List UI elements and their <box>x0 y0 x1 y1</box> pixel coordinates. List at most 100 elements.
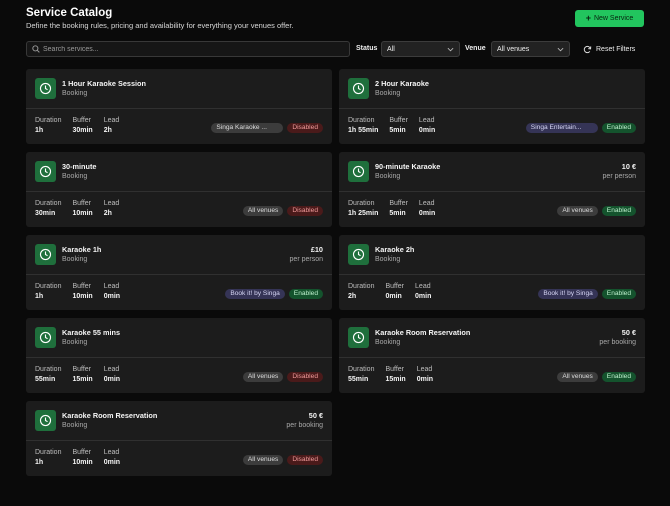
service-price: 50 € <box>621 328 636 337</box>
venue-select[interactable]: All venues <box>491 41 570 57</box>
buffer-value: 30min <box>72 127 93 134</box>
buffer-value: 15min <box>72 376 93 383</box>
service-stats: Duration 2h Buffer 0min Lead 0min <box>348 283 431 300</box>
duration-stat: Duration 1h <box>35 283 61 300</box>
buffer-label: Buffer <box>72 449 92 456</box>
buffer-stat: Buffer 10min <box>72 283 92 300</box>
service-card-header: Karaoke Room Reservation Booking 50 € per b… <box>26 401 332 441</box>
service-badges: All venues Disabled <box>242 372 323 382</box>
service-card[interactable]: 1 Hour Karaoke Session Booking Duration 1h B… <box>26 69 332 144</box>
buffer-value: 15min <box>385 376 406 383</box>
clock-icon <box>35 161 56 182</box>
duration-stat: Duration 2h <box>348 283 374 300</box>
service-card[interactable]: Karaoke Room Reservation Booking 50 € per b… <box>339 318 645 393</box>
buffer-stat: Buffer 5min <box>389 200 408 217</box>
service-price-unit: per booking <box>286 422 323 429</box>
lead-value: 0min <box>103 293 121 300</box>
buffer-stat: Buffer 5min <box>389 117 408 134</box>
clock-icon <box>348 161 369 182</box>
service-card[interactable]: Karaoke 2h Booking Duration 2h Buffer 0min Lea… <box>339 235 645 310</box>
new-service-label: New Service <box>593 15 634 22</box>
duration-value: 30min <box>35 210 56 217</box>
lead-label: Lead <box>103 200 120 207</box>
status-select[interactable]: All <box>381 41 460 57</box>
venue-badge: All venues <box>557 372 598 382</box>
service-card[interactable]: Karaoke 1h Booking £10 per person Duration 1h… <box>26 235 332 310</box>
duration-stat: Duration 1h <box>35 449 61 466</box>
status-badge: Disabled <box>287 372 323 382</box>
buffer-stat: Buffer 15min <box>72 366 92 383</box>
service-price-unit: per person <box>289 256 323 263</box>
service-name: Karaoke 2h <box>375 245 415 254</box>
lead-stat: Lead 0min <box>104 283 120 300</box>
reset-filters-label: Reset Filters <box>596 45 636 53</box>
service-type: Booking <box>62 339 88 346</box>
duration-stat: Duration 55min <box>35 366 61 383</box>
lead-stat: Lead 2h <box>104 200 120 217</box>
refresh-icon <box>583 45 592 53</box>
service-type: Booking <box>375 90 401 97</box>
lead-stat: Lead 0min <box>104 366 120 383</box>
service-card[interactable]: 2 Hour Karaoke Booking Duration 1h 55min Buf… <box>339 69 645 144</box>
duration-label: Duration <box>35 117 62 124</box>
status-badge: Disabled <box>287 123 323 133</box>
service-card-header: Karaoke 1h Booking £10 per person <box>26 235 332 275</box>
status-badge: Enabled <box>601 289 636 299</box>
service-price: 10 € <box>621 162 636 171</box>
buffer-label: Buffer <box>72 366 92 373</box>
service-card-header: Karaoke 2h Booking <box>339 235 645 275</box>
buffer-label: Buffer <box>72 117 92 124</box>
buffer-stat: Buffer 30min <box>72 117 92 134</box>
venue-badge: All venues <box>557 206 598 216</box>
duration-value: 1h <box>35 127 44 134</box>
lead-value: 2h <box>103 127 112 134</box>
buffer-value: 5min <box>389 127 406 134</box>
duration-label: Duration <box>35 366 62 373</box>
service-card[interactable]: Karaoke Room Reservation Booking 50 € per b… <box>26 401 332 476</box>
service-stats: Duration 55min Buffer 15min Lead 0min <box>348 366 433 383</box>
filter-bar: Status All Venue All venues Reset Filter… <box>26 41 644 57</box>
lead-label: Lead <box>103 117 120 124</box>
duration-label: Duration <box>35 200 62 207</box>
reset-filters-button[interactable]: Reset Filters <box>583 41 635 57</box>
new-service-button[interactable]: + New Service <box>575 10 644 27</box>
lead-label: Lead <box>415 283 431 290</box>
search-input[interactable] <box>43 45 333 53</box>
service-card-header: 1 Hour Karaoke Session Booking <box>26 69 332 109</box>
lead-stat: Lead 0min <box>419 200 435 217</box>
duration-stat: Duration 1h 25min <box>348 200 378 217</box>
search-icon <box>32 45 40 53</box>
service-price: 50 € <box>308 411 323 420</box>
duration-value: 2h <box>348 293 357 300</box>
lead-label: Lead <box>416 366 433 373</box>
search-box[interactable] <box>26 41 350 57</box>
clock-icon <box>35 78 56 99</box>
venue-badge: All venues <box>242 206 284 216</box>
service-type: Booking <box>62 256 88 263</box>
status-badge: Disabled <box>287 455 323 465</box>
service-card[interactable]: Karaoke 55 mins Booking Duration 55min Buffe… <box>26 318 332 393</box>
service-name: 30-minute <box>62 162 97 171</box>
service-name: Karaoke 1h <box>62 245 102 254</box>
service-type: Booking <box>375 173 401 180</box>
buffer-value: 10min <box>72 210 93 217</box>
service-badges: Singa Entertain... Enabled <box>525 123 636 133</box>
lead-value: 0min <box>416 376 434 383</box>
lead-stat: Lead 2h <box>104 117 120 134</box>
service-badges: Singa Karaoke ... Disabled <box>211 123 323 133</box>
buffer-stat: Buffer 10min <box>72 200 92 217</box>
duration-value: 1h <box>35 293 44 300</box>
duration-value: 1h 55min <box>348 127 379 134</box>
clock-icon <box>35 327 56 348</box>
buffer-value: 10min <box>72 459 93 466</box>
service-stats: Duration 1h 55min Buffer 5min Lead 0min <box>348 117 435 134</box>
chevron-down-icon <box>447 47 454 51</box>
plus-icon: + <box>585 13 591 23</box>
service-card-header: 2 Hour Karaoke Booking <box>339 69 645 109</box>
buffer-stat: Buffer 10min <box>72 449 92 466</box>
service-card[interactable]: 30-minute Booking Duration 30min Buffer 10min… <box>26 152 332 227</box>
service-card[interactable]: 90-minute Karaoke Booking 10 € per person Du… <box>339 152 645 227</box>
lead-label: Lead <box>418 117 435 124</box>
service-name: Karaoke Room Reservation <box>375 328 471 337</box>
duration-label: Duration <box>348 283 375 290</box>
